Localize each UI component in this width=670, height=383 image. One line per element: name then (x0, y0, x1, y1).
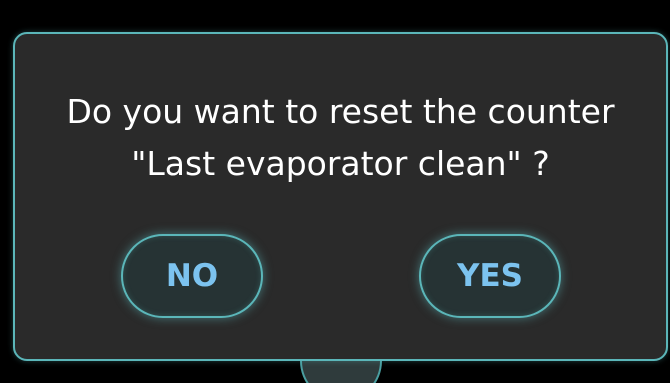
no-button-label: NO (165, 258, 219, 294)
dialog-message-line-2: "Last evaporator clean" ? (131, 144, 550, 183)
dialog-message: Do you want to reset the counter "Last e… (15, 86, 666, 190)
no-button[interactable]: NO (121, 234, 263, 318)
yes-button-label: YES (457, 258, 523, 294)
yes-button[interactable]: YES (419, 234, 561, 318)
reset-counter-dialog: Do you want to reset the counter "Last e… (13, 32, 668, 361)
screen: Do you want to reset the counter "Last e… (0, 0, 670, 383)
dialog-message-line-1: Do you want to reset the counter (66, 92, 615, 131)
